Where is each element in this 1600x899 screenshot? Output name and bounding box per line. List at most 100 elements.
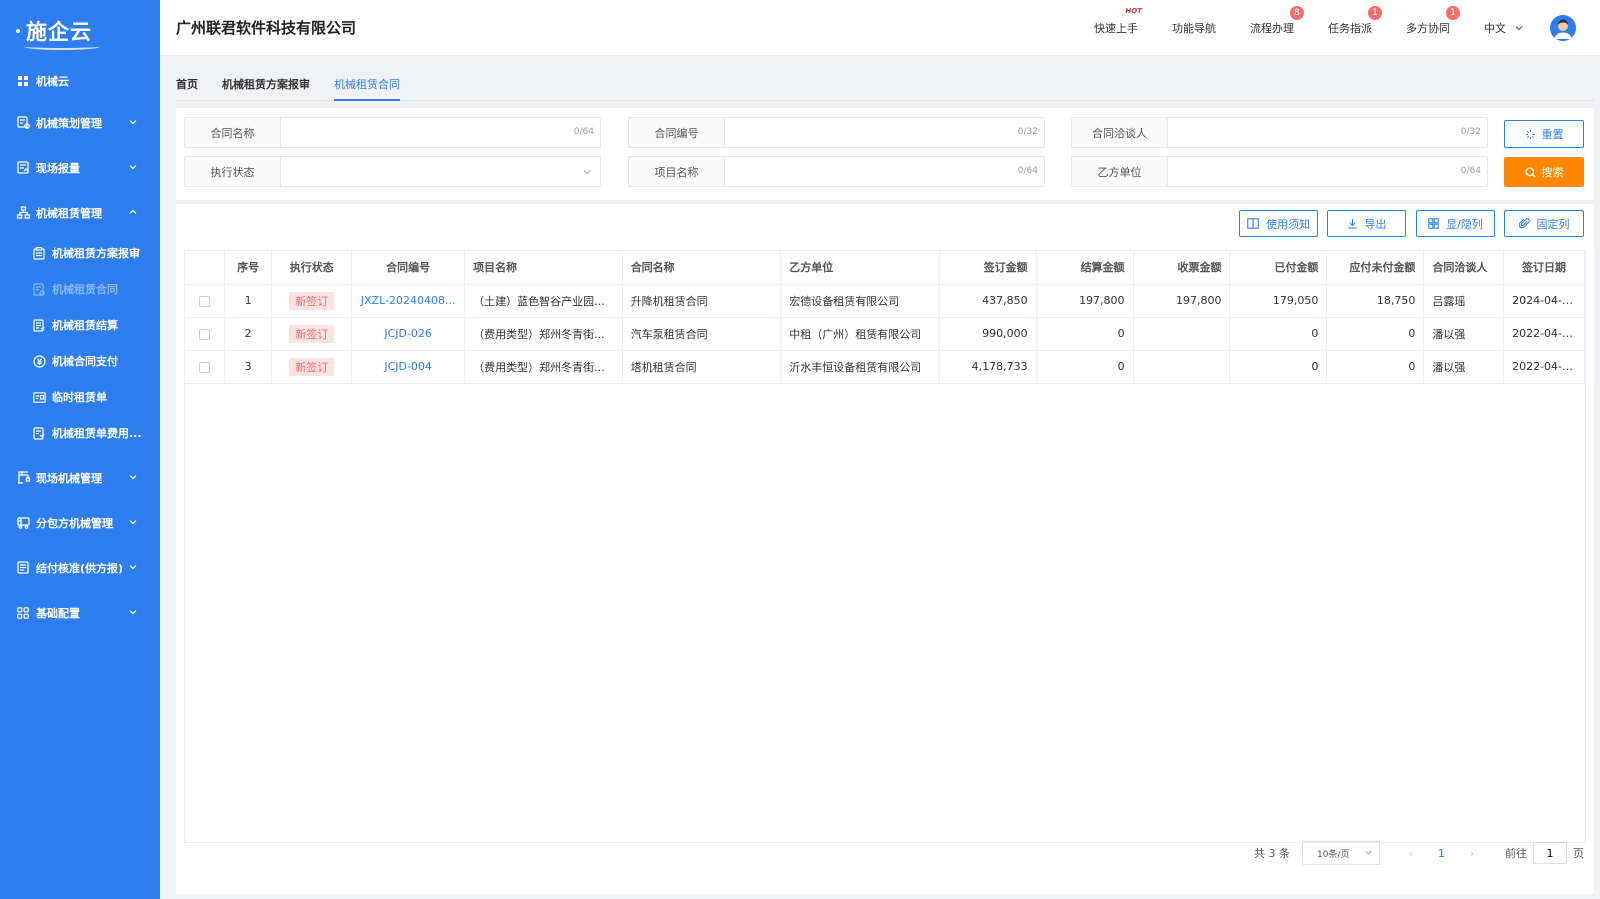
sidebar-sub-lease-fee[interactable]: 机械租赁单费用... <box>0 415 160 451</box>
sidebar-item-label: 结付核准(供方报) <box>36 561 124 575</box>
cell-index: 2 <box>224 317 273 351</box>
page-size-select[interactable]: 10条/页 <box>1302 841 1380 865</box>
sidebar-item-lease-mgmt[interactable]: 机械租赁管理 <box>0 190 160 235</box>
col-header: 合同洽谈人 <box>1423 251 1505 285</box>
chevron-down-icon <box>129 519 137 524</box>
table-row[interactable]: 3 新签订 JCJD-004 （费用类型）郑州冬青街... 塔机租赁合同 沂水丰… <box>185 350 1585 384</box>
contract-no-link[interactable]: JCJD-004 <box>384 360 432 373</box>
table-row[interactable]: 1 新签订 JXZL-20240408... （土建）蓝色智谷产业园... 升降… <box>185 284 1585 318</box>
cell-paid-amount: 179,050 <box>1229 284 1328 318</box>
field-label: 合同名称 <box>185 118 281 147</box>
workflow-badge: 8 <box>1290 6 1304 20</box>
contract-no-link[interactable]: JXZL-20240408... <box>361 294 456 307</box>
sidebar-sub-temp-lease[interactable]: 临时租赁单 <box>0 379 160 415</box>
report-icon <box>16 161 30 175</box>
col-header: 签订金额 <box>939 251 1037 285</box>
sidebar-item-pay-approval[interactable]: 结付核准(供方报) <box>0 545 160 590</box>
sidebar-sub-label: 机械租赁单费用... <box>52 427 142 440</box>
search-icon <box>1524 166 1536 178</box>
crane-icon <box>16 471 30 485</box>
cell-negotiator: 吕露瑶 <box>1423 284 1505 318</box>
cell-invoice-amount <box>1133 350 1231 384</box>
field-label: 合同洽谈人 <box>1072 118 1168 147</box>
project-name-input[interactable] <box>725 157 1044 186</box>
sidebar-item-machine-cloud[interactable]: 机械云 <box>0 62 160 100</box>
pin-columns-button[interactable]: 固定列 <box>1504 210 1584 237</box>
function-nav-label: 功能导航 <box>1172 22 1216 35</box>
cell-sign-amount: 990,000 <box>939 317 1037 351</box>
cell-paid-amount: 0 <box>1229 317 1328 351</box>
col-header: 乙方单位 <box>780 251 940 285</box>
col-header: 已付金额 <box>1229 251 1328 285</box>
page-number-current[interactable]: 1 <box>1438 847 1445 860</box>
sidebar-item-site-report[interactable]: 现场报量 <box>0 145 160 190</box>
field-label: 执行状态 <box>185 157 281 186</box>
field-input-wrap: 0/64 <box>725 157 1044 186</box>
sidebar-item-label: 基础配置 <box>36 606 80 620</box>
cell-negotiator: 潘以强 <box>1423 350 1505 384</box>
col-header: 项目名称 <box>464 251 623 285</box>
next-page-button[interactable]: › <box>1463 847 1481 860</box>
cell-party-b: 宏德设备租赁有限公司 <box>780 284 940 318</box>
chevron-up-icon <box>129 209 137 214</box>
notice-button[interactable]: 使用须知 <box>1239 210 1318 237</box>
sidebar-item-basic-config[interactable]: 基础配置 <box>0 590 160 635</box>
chevron-down-icon <box>129 609 137 614</box>
row-checkbox[interactable] <box>198 328 210 340</box>
quick-start-link[interactable]: 快速上手 HOT <box>1094 7 1142 36</box>
cell-sign-date: 2022-04-21 <box>1503 350 1585 384</box>
party-b-input[interactable] <box>1168 157 1487 186</box>
function-nav-link[interactable]: 功能导航 <box>1172 20 1216 36</box>
col-header: 合同名称 <box>622 251 782 285</box>
collab-badge: 1 <box>1446 6 1460 20</box>
sidebar-item-planning[interactable]: 机械策划管理 <box>0 100 160 145</box>
collab-label: 多方协同 <box>1406 22 1450 35</box>
table-row[interactable]: 2 新签订 JCJD-026 （费用类型）郑州冬青街... 汽车泵租赁合同 中租… <box>185 317 1585 351</box>
sidebar-item-label: 现场报量 <box>36 161 80 175</box>
goto-prefix: 前往 <box>1505 847 1527 860</box>
cell-status: 新签订 <box>271 317 353 351</box>
page-size-label: 10条/页 <box>1317 849 1350 860</box>
sidebar-sub-lease-contract[interactable]: 机械租赁合同 <box>0 271 160 307</box>
status-tag: 新签订 <box>289 324 335 343</box>
contract-no-input[interactable] <box>725 118 1044 147</box>
clipboard-icon <box>32 246 46 260</box>
sidebar-item-subcontractor[interactable]: 分包方机械管理 <box>0 500 160 545</box>
row-checkbox[interactable] <box>198 361 210 373</box>
export-label: 导出 <box>1364 217 1387 231</box>
logo-dot <box>16 29 20 33</box>
collab-link[interactable]: 多方协同 1 <box>1406 6 1460 36</box>
sidebar-item-site-machine[interactable]: 现场机械管理 <box>0 455 160 500</box>
sidebar-sub-settlement[interactable]: 机械租赁结算 <box>0 307 160 343</box>
avatar[interactable] <box>1550 15 1576 41</box>
sidebar-item-label: 现场机械管理 <box>36 471 102 485</box>
char-count: 0/64 <box>1460 166 1481 176</box>
task-assign-link[interactable]: 任务指派 1 <box>1328 6 1382 36</box>
contract-name-input[interactable] <box>281 118 600 147</box>
field-input-wrap: 0/64 <box>281 118 600 147</box>
search-button[interactable]: 搜索 <box>1504 157 1584 187</box>
grid-icon <box>1428 218 1439 229</box>
tab-lease-contract[interactable]: 机械租赁合同 <box>334 64 400 101</box>
negotiator-input[interactable] <box>1168 118 1487 147</box>
chevron-down-icon <box>129 164 137 169</box>
sidebar-sub-payment[interactable]: 机械合同支付 <box>0 343 160 379</box>
download-icon <box>1347 219 1357 229</box>
goto-page-input[interactable] <box>1533 842 1567 864</box>
export-button[interactable]: 导出 <box>1327 210 1406 237</box>
tab-plan-review[interactable]: 机械租赁方案报审 <box>222 64 310 101</box>
sidebar-sub-plan-review[interactable]: 机械租赁方案报审 <box>0 235 160 271</box>
contract-no-link[interactable]: JCJD-026 <box>384 327 432 340</box>
sidebar-item-label: 机械策划管理 <box>36 116 102 130</box>
language-select[interactable]: 中文 <box>1484 20 1524 36</box>
tab-home[interactable]: 首页 <box>176 64 198 101</box>
workflow-link[interactable]: 流程办理 8 <box>1250 6 1304 36</box>
col-header: 收票金额 <box>1133 251 1231 285</box>
prev-page-button[interactable]: ‹ <box>1402 847 1420 860</box>
toggle-columns-button[interactable]: 显/隐列 <box>1416 210 1495 237</box>
row-checkbox[interactable] <box>198 295 210 307</box>
reset-button[interactable]: 重置 <box>1504 120 1584 148</box>
ticket-icon <box>32 390 46 404</box>
cell-invoice-amount <box>1133 317 1231 351</box>
status-select[interactable] <box>281 157 600 186</box>
